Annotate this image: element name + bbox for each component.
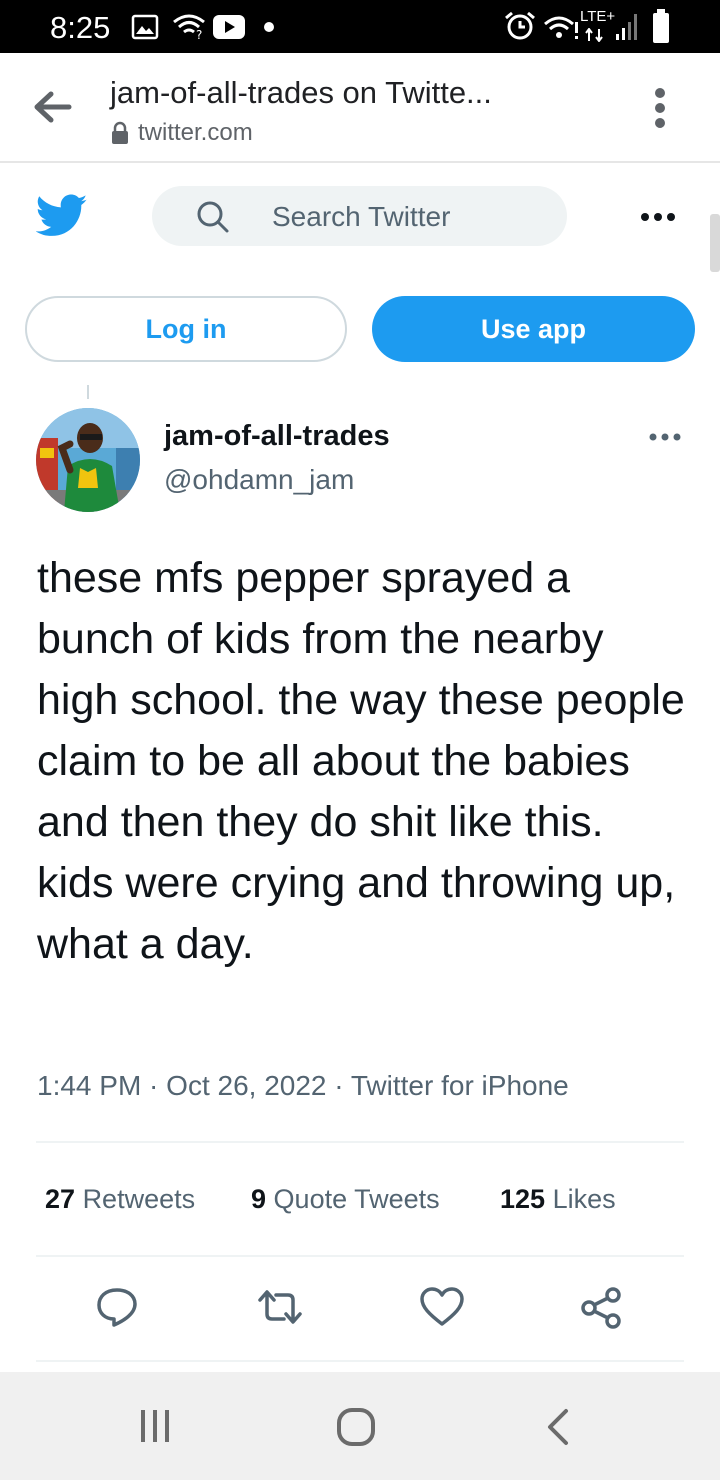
browser-toolbar: jam-of-all-trades on Twitte... twitter.c… [0,53,720,163]
likes-stat[interactable]: 125 Likes [500,1184,616,1215]
page-title: jam-of-all-trades on Twitte... [110,75,492,110]
search-field[interactable]: Search Twitter [152,186,567,246]
retweets-stat[interactable]: 27 Retweets [45,1184,195,1215]
share-icon[interactable] [580,1286,624,1330]
quotes-count: 9 [251,1184,267,1214]
display-name[interactable]: jam-of-all-trades [164,420,390,453]
url-display[interactable]: twitter.com [110,119,253,147]
back-arrow-icon[interactable] [33,89,73,125]
quote-tweets-stat[interactable]: 9 Quote Tweets [251,1184,440,1215]
user-handle[interactable]: @ohdamn_jam [164,464,354,496]
search-icon [197,201,229,233]
login-button[interactable]: Log in [25,296,347,362]
recents-icon[interactable] [138,1408,172,1444]
quotes-label: Quote Tweets [273,1184,440,1214]
tweet-timestamp[interactable]: 1:44 PM · Oct 26, 2022 · Twitter for iPh… [37,1070,569,1102]
tweet-more-icon[interactable] [648,432,682,442]
status-bar: 8:25 ? LTE+ [0,0,720,53]
divider [36,1255,684,1257]
back-icon[interactable] [544,1408,570,1446]
home-icon[interactable] [336,1407,376,1447]
scrollbar[interactable] [710,214,720,272]
network-type-label: LTE+ [580,8,616,25]
divider [36,1141,684,1143]
reply-icon[interactable] [95,1286,139,1328]
dot-icon [264,22,274,32]
profile-photo [36,408,140,512]
likes-label: Likes [552,1184,616,1214]
search-placeholder: Search Twitter [272,201,451,232]
youtube-icon [213,15,245,39]
retweets-count: 27 [45,1184,76,1214]
likes-count: 125 [500,1184,546,1214]
url-text: twitter.com [138,119,253,146]
kebab-menu-icon[interactable] [648,87,672,129]
divider [36,1360,684,1362]
wifi-calling-icon [544,16,578,39]
signal-icon [616,14,637,40]
gallery-icon [131,14,159,40]
like-icon[interactable] [419,1286,465,1328]
retweets-label: Retweets [82,1184,196,1214]
status-time: 8:25 [50,10,111,45]
thread-connector-line [87,385,89,399]
avatar[interactable] [36,408,140,512]
more-options-icon[interactable] [640,212,676,222]
retweet-icon[interactable] [256,1286,304,1328]
data-arrows-icon [585,28,603,42]
alarm-icon [505,11,535,40]
battery-icon [653,9,669,43]
tweet-text: these mfs pepper sprayed a bunch of kids… [37,554,685,968]
lock-icon [112,121,128,144]
twitter-logo-icon[interactable] [36,194,88,238]
svg-text:?: ? [196,28,202,40]
wifi-icon: ? [173,14,205,40]
navigation-bar [0,1372,720,1480]
use-app-button[interactable]: Use app [372,296,695,362]
